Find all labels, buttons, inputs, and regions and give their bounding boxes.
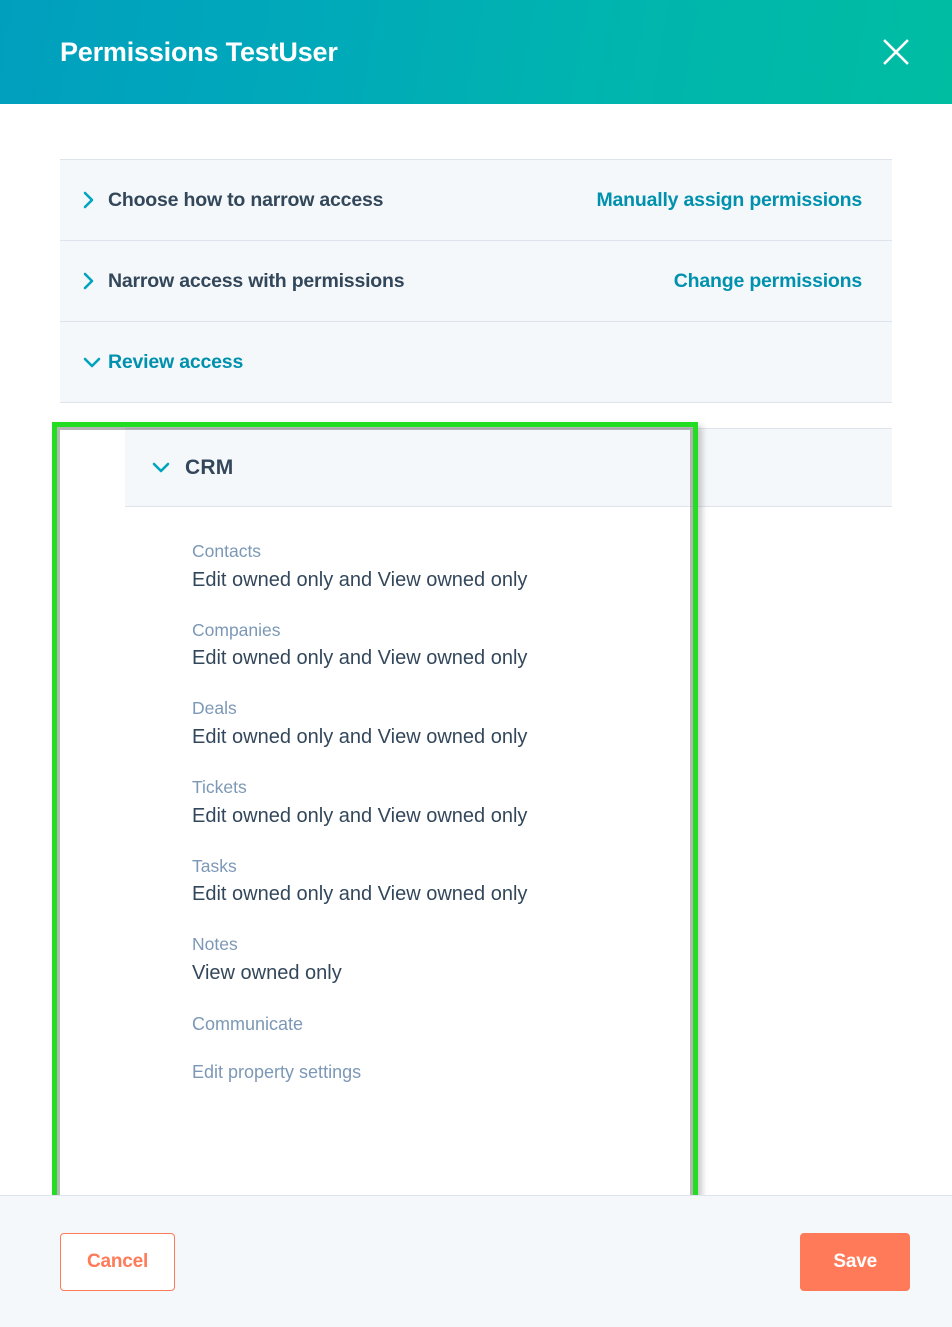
list-item: Notes View owned only xyxy=(192,933,892,988)
permission-value: View owned only xyxy=(192,961,342,984)
accordion-row-label: Review access xyxy=(108,350,244,373)
accordion-row-choose-how-to-narrow-access[interactable]: Choose how to narrow access Manually ass… xyxy=(60,160,892,241)
crm-group-label: CRM xyxy=(185,455,234,479)
permission-value: Edit owned only and View owned only xyxy=(192,647,528,670)
chevron-right-icon xyxy=(82,190,108,210)
list-item: Companies Edit owned only and View owned… xyxy=(192,619,892,674)
modal-body: Choose how to narrow access Manually ass… xyxy=(0,104,952,1195)
permission-name: Edit property settings xyxy=(192,1062,362,1083)
permission-value: Edit owned only and View owned only xyxy=(192,804,528,827)
crm-accordion: CRM Contacts Edit owned only and View ow… xyxy=(125,428,892,1084)
list-item: Tickets Edit owned only and View owned o… xyxy=(192,776,892,831)
chevron-right-icon xyxy=(82,271,108,291)
list-item: Edit property settings xyxy=(192,1060,892,1084)
permission-name: Contacts xyxy=(192,541,262,561)
chevron-down-icon-glyph xyxy=(152,462,170,473)
review-access-panel: CRM Contacts Edit owned only and View ow… xyxy=(60,403,892,1085)
cancel-button[interactable]: Cancel xyxy=(60,1232,176,1291)
modal-footer: Cancel Save xyxy=(0,1195,952,1327)
permission-value: Edit owned only and View owned only xyxy=(192,725,528,748)
chevron-down-icon xyxy=(82,356,108,369)
crm-permission-list: Contacts Edit owned only and View owned … xyxy=(125,507,892,1084)
permission-name: Notes xyxy=(192,934,238,955)
permissions-modal: Permissions TestUser Choose how to narro… xyxy=(0,0,952,1327)
chevron-right-icon-glyph xyxy=(83,272,94,290)
close-icon[interactable] xyxy=(874,30,918,74)
permission-value: Edit owned only and View owned only xyxy=(192,568,528,591)
list-item: Tasks Edit owned only and View owned onl… xyxy=(192,855,892,910)
chevron-down-icon-glyph xyxy=(83,357,101,367)
manually-assign-permissions-link[interactable]: Manually assign permissions xyxy=(596,189,862,212)
chevron-down-icon xyxy=(151,461,185,474)
close-icon-glyph xyxy=(883,39,909,65)
permissions-accordion: Choose how to narrow access Manually ass… xyxy=(60,159,892,1085)
permission-name: Communicate xyxy=(192,1013,304,1034)
accordion-row-narrow-access-with-permissions[interactable]: Narrow access with permissions Change pe… xyxy=(60,241,892,322)
list-item: Deals Edit owned only and View owned onl… xyxy=(192,697,892,752)
permission-name: Tasks xyxy=(192,855,237,876)
accordion-row-crm[interactable]: CRM xyxy=(125,429,892,507)
page-title: Permissions TestUser xyxy=(60,36,338,67)
list-item: Communicate xyxy=(192,1012,892,1036)
change-permissions-link[interactable]: Change permissions xyxy=(674,270,862,293)
accordion-row-label: Narrow access with permissions xyxy=(108,269,405,292)
permission-value: Edit owned only and View owned only xyxy=(192,883,528,906)
permission-name: Deals xyxy=(192,698,237,719)
permission-name: Tickets xyxy=(192,776,247,797)
list-item: Contacts Edit owned only and View owned … xyxy=(192,540,892,595)
accordion-row-label: Choose how to narrow access xyxy=(108,188,384,211)
modal-header: Permissions TestUser xyxy=(0,0,952,104)
accordion-row-review-access[interactable]: Review access xyxy=(60,322,892,403)
save-button[interactable]: Save xyxy=(800,1232,910,1291)
chevron-right-icon-glyph xyxy=(83,191,94,209)
permission-name: Companies xyxy=(192,619,281,640)
